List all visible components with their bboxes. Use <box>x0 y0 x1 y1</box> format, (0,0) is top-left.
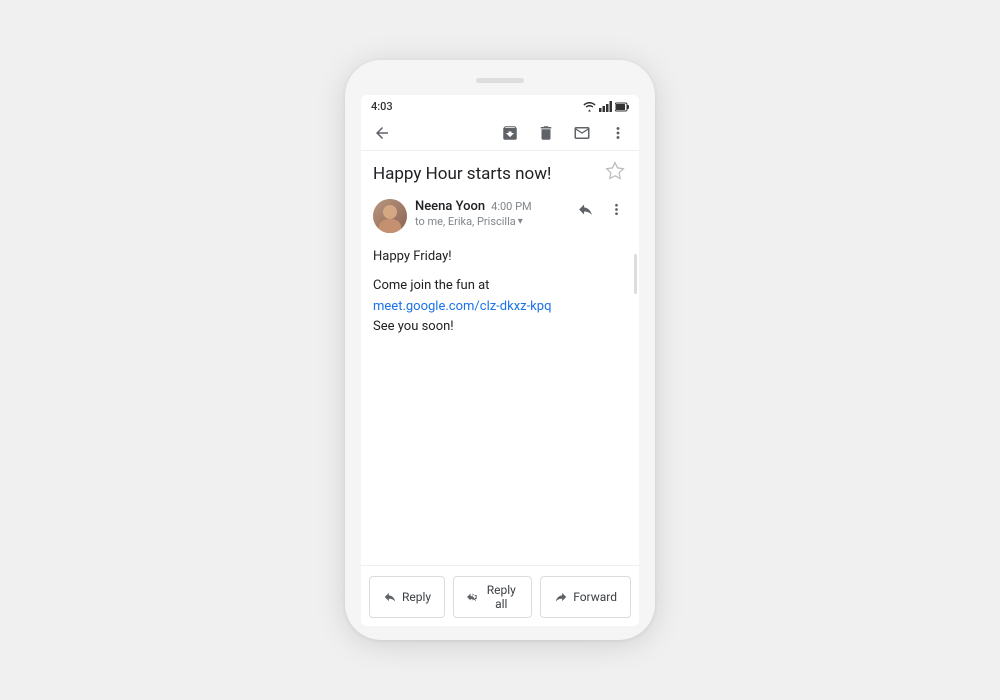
reply-all-label: Reply all <box>484 583 518 611</box>
phone-device: 4:03 <box>345 60 655 640</box>
scrollbar <box>634 254 637 294</box>
avatar <box>373 199 407 233</box>
reply-label: Reply <box>402 590 431 604</box>
more-options-button[interactable] <box>607 122 629 144</box>
battery-icon <box>615 102 629 112</box>
email-content: Happy Hour starts now! Neena Yoon 4:00 P… <box>361 151 639 565</box>
toolbar-right <box>499 122 629 144</box>
status-icons <box>583 101 629 112</box>
back-button[interactable] <box>371 122 393 144</box>
reply-icon-button[interactable] <box>575 199 596 220</box>
email-link[interactable]: meet.google.com/clz-dkxz-kpq <box>373 299 551 314</box>
email-more-button[interactable] <box>606 199 627 220</box>
reply-button[interactable]: Reply <box>369 576 445 618</box>
toolbar-left <box>371 122 393 144</box>
sender-time: 4:00 PM <box>491 200 531 213</box>
archive-button[interactable] <box>499 122 521 144</box>
mark-unread-button[interactable] <box>571 122 593 144</box>
wifi-icon <box>583 101 596 112</box>
star-button[interactable] <box>603 161 627 181</box>
sender-name: Neena Yoon <box>415 199 485 214</box>
status-bar: 4:03 <box>361 95 639 116</box>
sender-to: to me, Erika, Priscilla <box>415 215 516 228</box>
delete-button[interactable] <box>535 122 557 144</box>
forward-label: Forward <box>573 590 617 604</box>
email-body: Happy Friday! Come join the fun at meet.… <box>373 247 627 338</box>
email-body-line1: Happy Friday! <box>373 247 627 268</box>
reply-all-button[interactable]: Reply all <box>453 576 532 618</box>
forward-button[interactable]: Forward <box>540 576 631 618</box>
action-bar: Reply Reply all Forward <box>361 565 639 626</box>
toolbar <box>361 116 639 151</box>
email-subject: Happy Hour starts now! <box>373 163 603 185</box>
phone-speaker <box>476 78 524 83</box>
sender-row: Neena Yoon 4:00 PM to me, Erika, Priscil… <box>373 199 627 233</box>
sender-info: Neena Yoon 4:00 PM to me, Erika, Priscil… <box>415 199 567 228</box>
sender-actions <box>575 199 627 220</box>
phone-screen: 4:03 <box>361 95 639 626</box>
email-body-paragraph: Come join the fun at meet.google.com/clz… <box>373 276 627 338</box>
chevron-down-icon[interactable]: ▾ <box>518 216 523 227</box>
email-body-line2: Come join the fun at <box>373 278 489 293</box>
sender-to-row: to me, Erika, Priscilla ▾ <box>415 215 567 228</box>
sender-name-row: Neena Yoon 4:00 PM <box>415 199 567 214</box>
signal-icon <box>599 101 612 112</box>
email-body-line3: See you soon! <box>373 319 454 334</box>
avatar-image <box>373 199 407 233</box>
status-time: 4:03 <box>371 100 393 113</box>
email-subject-row: Happy Hour starts now! <box>373 163 627 185</box>
